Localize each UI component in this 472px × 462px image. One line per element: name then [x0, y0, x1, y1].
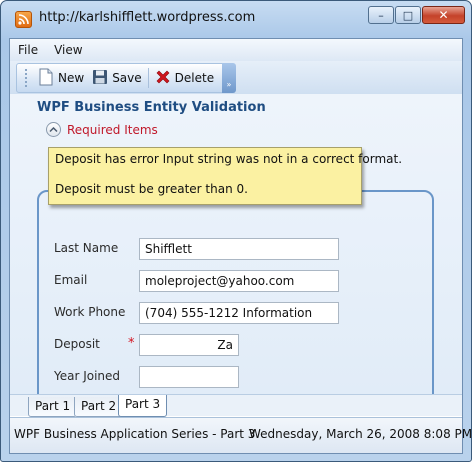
status-series-text: WPF Business Application Series - Part 3: [14, 427, 256, 441]
tab-part-2[interactable]: Part 2: [74, 397, 124, 417]
floppy-disk-icon: [92, 69, 108, 88]
window-controls: – □ ✕: [368, 6, 465, 24]
menu-file[interactable]: File: [18, 43, 38, 57]
delete-x-icon: [155, 69, 171, 88]
maximize-button[interactable]: □: [395, 6, 421, 24]
new-button-label: New: [58, 71, 85, 85]
delete-button[interactable]: Delete: [151, 66, 218, 90]
new-button[interactable]: New: [34, 66, 88, 90]
rss-icon: [15, 11, 32, 28]
minimize-button[interactable]: –: [368, 6, 394, 24]
toolbar: New Save Delete: [16, 63, 228, 93]
tab-part-1[interactable]: Part 1: [28, 397, 78, 417]
menu-view[interactable]: View: [54, 43, 82, 57]
tab-part-3[interactable]: Part 3: [118, 395, 168, 417]
delete-button-label: Delete: [174, 71, 215, 85]
required-items-expander[interactable]: Required Items: [46, 122, 158, 137]
save-button-label: Save: [112, 71, 142, 85]
work-phone-label: Work Phone: [54, 305, 126, 319]
new-document-icon: [38, 68, 54, 89]
menu-bar: File View: [10, 39, 462, 61]
chevron-up-icon[interactable]: [46, 122, 61, 137]
toolbar-overflow-button[interactable]: »: [222, 63, 236, 93]
form-content: WPF Business Entity Validation Required …: [10, 94, 462, 404]
required-asterisk: *: [128, 336, 135, 351]
client-area: File View New Save Delete » WPF Business…: [9, 38, 471, 454]
tooltip-line-format-error: Deposit has error Input string was not i…: [55, 152, 403, 166]
validation-error-tooltip: Deposit has error Input string was not i…: [48, 147, 403, 205]
work-phone-field[interactable]: (704) 555-1212 Information: [139, 302, 339, 324]
tab-strip: Part 1 Part 2 Part 3: [10, 394, 462, 417]
save-button[interactable]: Save: [88, 66, 145, 90]
window-title: http://karlshifflett.wordpress.com: [39, 10, 256, 25]
email-field[interactable]: moleproject@yahoo.com: [139, 270, 339, 292]
toolbar-tray: New Save Delete »: [10, 61, 462, 94]
toolbar-separator: [147, 68, 149, 88]
app-window: http://karlshifflett.wordpress.com – □ ✕…: [0, 0, 472, 462]
last-name-label: Last Name: [54, 241, 119, 255]
year-joined-label: Year Joined: [54, 369, 121, 383]
status-datetime: Wednesday, March 26, 2008 8:08 PM: [249, 427, 472, 441]
last-name-field[interactable]: Shifflett: [139, 238, 339, 260]
required-items-label: Required Items: [67, 122, 158, 137]
deposit-field[interactable]: Za: [139, 334, 239, 356]
close-button[interactable]: ✕: [422, 6, 465, 24]
title-bar[interactable]: http://karlshifflett.wordpress.com – □ ✕: [1, 1, 471, 37]
status-bar: WPF Business Application Series - Part 3…: [10, 417, 471, 453]
tooltip-line-range-error: Deposit must be greater than 0.: [55, 182, 248, 196]
email-label: Email: [54, 273, 88, 287]
deposit-label: Deposit: [54, 337, 100, 351]
page-title: WPF Business Entity Validation: [37, 100, 266, 115]
toolbar-grip[interactable]: [25, 69, 28, 87]
year-joined-field[interactable]: [139, 366, 239, 388]
